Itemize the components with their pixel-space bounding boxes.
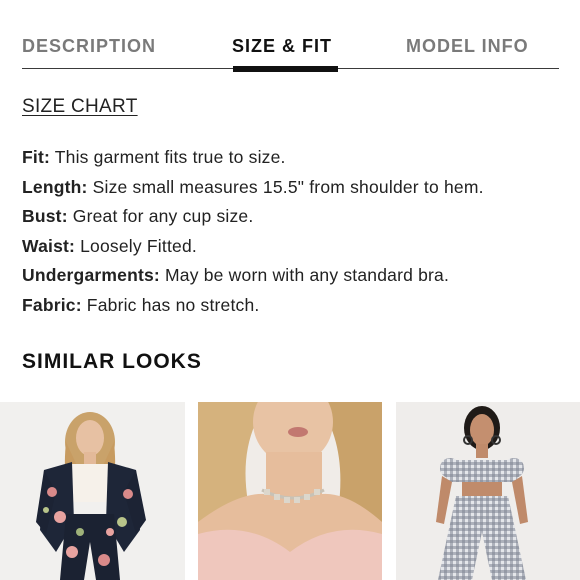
detail-label: Fit: — [22, 147, 51, 167]
detail-label: Fabric: — [22, 294, 82, 315]
detail-label: Waist: — [22, 235, 76, 256]
choker-necklace-look-image[interactable] — [198, 402, 382, 580]
detail-bust: Bust: Great for any cup size. — [22, 206, 572, 236]
detail-value: Size small measures 15.5" from shoulder … — [87, 176, 484, 197]
active-tab-indicator — [233, 66, 338, 72]
detail-value: Fabric has no stretch. — [81, 294, 260, 315]
detail-value: Great for any cup size. — [67, 206, 254, 226]
similar-looks-carousel — [0, 402, 580, 580]
product-tabs: DESCRIPTION SIZE & FIT MODEL INFO — [22, 30, 559, 72]
detail-waist: Waist: Loosely Fitted. — [22, 236, 572, 266]
detail-value: This garment fits true to size. — [50, 147, 286, 167]
detail-value: Loosely Fitted. — [75, 235, 197, 256]
detail-fit: Fit: This garment fits true to size. — [22, 147, 572, 177]
fit-details-list: Fit: This garment fits true to size. Len… — [22, 147, 572, 324]
detail-value: May be worn with any standard bra. — [159, 265, 450, 285]
tab-model-info[interactable]: MODEL INFO — [406, 36, 529, 57]
tab-size-fit[interactable]: SIZE & FIT — [232, 36, 332, 57]
similar-looks-heading: SIMILAR LOOKS — [22, 350, 202, 373]
detail-length: Length: Size small measures 15.5" from s… — [22, 177, 572, 207]
gingham-set-look-image[interactable] — [396, 402, 580, 580]
floral-suit-look-image[interactable] — [0, 402, 185, 580]
detail-label: Undergarments: — [22, 265, 160, 285]
detail-label: Length: — [22, 176, 88, 197]
tab-description[interactable]: DESCRIPTION — [22, 36, 156, 57]
detail-undergarments: Undergarments: May be worn with any stan… — [22, 265, 572, 295]
detail-label: Bust: — [22, 206, 68, 226]
size-chart-link[interactable]: SIZE CHART — [22, 96, 138, 118]
detail-fabric: Fabric: Fabric has no stretch. — [22, 295, 572, 325]
